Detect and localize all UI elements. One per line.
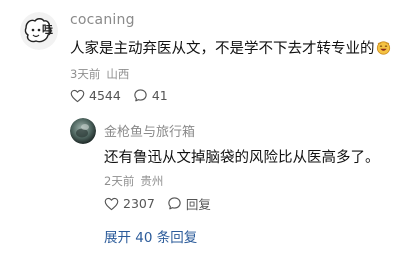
reply-location: 贵州 [140, 174, 164, 188]
reply-avatar[interactable] [70, 118, 96, 144]
comment-location: 山西 [106, 67, 130, 81]
reply-button[interactable]: 回复 [167, 194, 211, 213]
like-button[interactable]: 4544 [70, 88, 121, 103]
comment-count: 41 [151, 88, 168, 103]
comment-button[interactable]: 41 [133, 88, 168, 103]
comment-thread: 哇 cocaning 人家是主动弃医从文，不是学不下去才转专业的 3天前 山西 4… [0, 0, 415, 255]
reply-button-label: 回复 [185, 197, 211, 212]
comment-meta: 3天前 山西 [70, 66, 129, 82]
comment-text: 人家是主动弃医从文，不是学不下去才转专业的 [70, 37, 391, 58]
avatar[interactable]: 哇 [20, 12, 58, 50]
reply-like-count: 2307 [123, 196, 155, 211]
like-count: 4544 [89, 88, 121, 103]
reply-time: 2天前 [104, 174, 135, 188]
laughing-emoji-icon [376, 40, 391, 55]
reply-actions: 2307 回复 [104, 194, 211, 213]
expand-replies-link[interactable]: 展开 40 条回复 [104, 226, 197, 246]
heart-icon [70, 89, 85, 102]
reply-username[interactable]: 金枪鱼与旅行箱 [104, 121, 195, 140]
comment-time: 3天前 [70, 67, 101, 81]
reply-meta: 2天前 贵州 [104, 173, 163, 189]
comment-icon [134, 89, 147, 102]
comment-icon [168, 197, 181, 210]
avatar-doodle-icon: 哇 [20, 12, 58, 50]
svg-text:哇: 哇 [42, 22, 53, 36]
heart-icon [104, 197, 119, 210]
comment-actions: 4544 41 [70, 88, 168, 103]
reply-like-button[interactable]: 2307 [104, 196, 155, 211]
comment-text-body: 人家是主动弃医从文，不是学不下去才转专业的 [70, 41, 375, 57]
avatar-photo-icon [70, 118, 96, 144]
reply-text: 还有鲁迅从文掉脑袋的风险比从医高多了。 [104, 150, 380, 166]
username[interactable]: cocaning [70, 12, 135, 28]
